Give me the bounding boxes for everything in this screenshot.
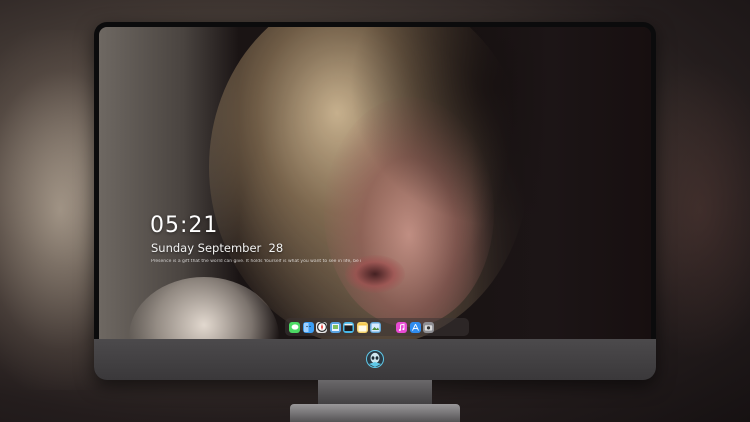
safari-icon[interactable] bbox=[316, 321, 327, 333]
lock-clock: 05:21 bbox=[150, 213, 219, 238]
claquette-icon[interactable] bbox=[343, 321, 354, 333]
messages-icon[interactable] bbox=[289, 321, 300, 333]
wallpaper-dark-right bbox=[471, 27, 651, 339]
monitor-chin bbox=[94, 339, 656, 380]
finder-icon[interactable] bbox=[302, 321, 314, 333]
app-store-icon[interactable] bbox=[409, 321, 421, 333]
monitor-stand-base bbox=[290, 404, 460, 422]
camera-icon[interactable] bbox=[423, 321, 434, 333]
lock-date: Sunday September 28 bbox=[151, 241, 284, 255]
alien-logo-icon bbox=[366, 350, 384, 368]
dock bbox=[285, 318, 469, 336]
lock-quote: Presence is a gift that the world can gi… bbox=[151, 259, 361, 264]
itunes-icon[interactable] bbox=[396, 321, 407, 333]
imac-monitor: 05:21 Sunday September 28 Presence is a … bbox=[94, 22, 656, 380]
photos-icon[interactable] bbox=[370, 321, 381, 333]
notes-icon[interactable] bbox=[356, 321, 368, 333]
lock-screen[interactable]: 05:21 Sunday September 28 Presence is a … bbox=[99, 27, 651, 339]
preview-icon[interactable] bbox=[329, 321, 341, 333]
desktop-background: 05:21 Sunday September 28 Presence is a … bbox=[0, 0, 750, 422]
